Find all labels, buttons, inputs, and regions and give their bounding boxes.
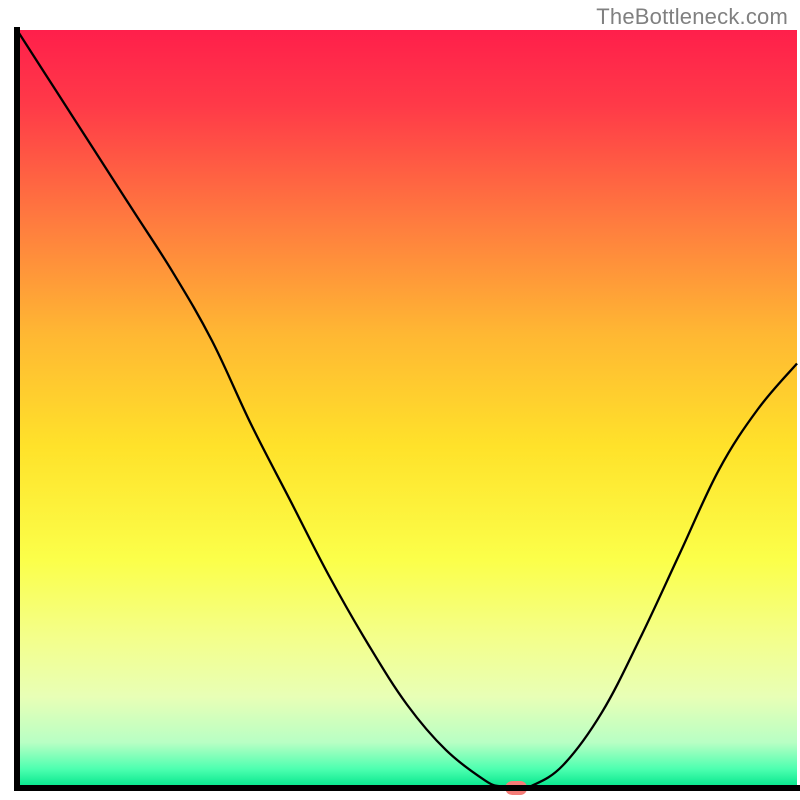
plot-background (17, 30, 797, 788)
bottleneck-chart (0, 0, 800, 800)
watermark-text: TheBottleneck.com (596, 4, 788, 30)
chart-container: { "watermark": "TheBottleneck.com", "cha… (0, 0, 800, 800)
